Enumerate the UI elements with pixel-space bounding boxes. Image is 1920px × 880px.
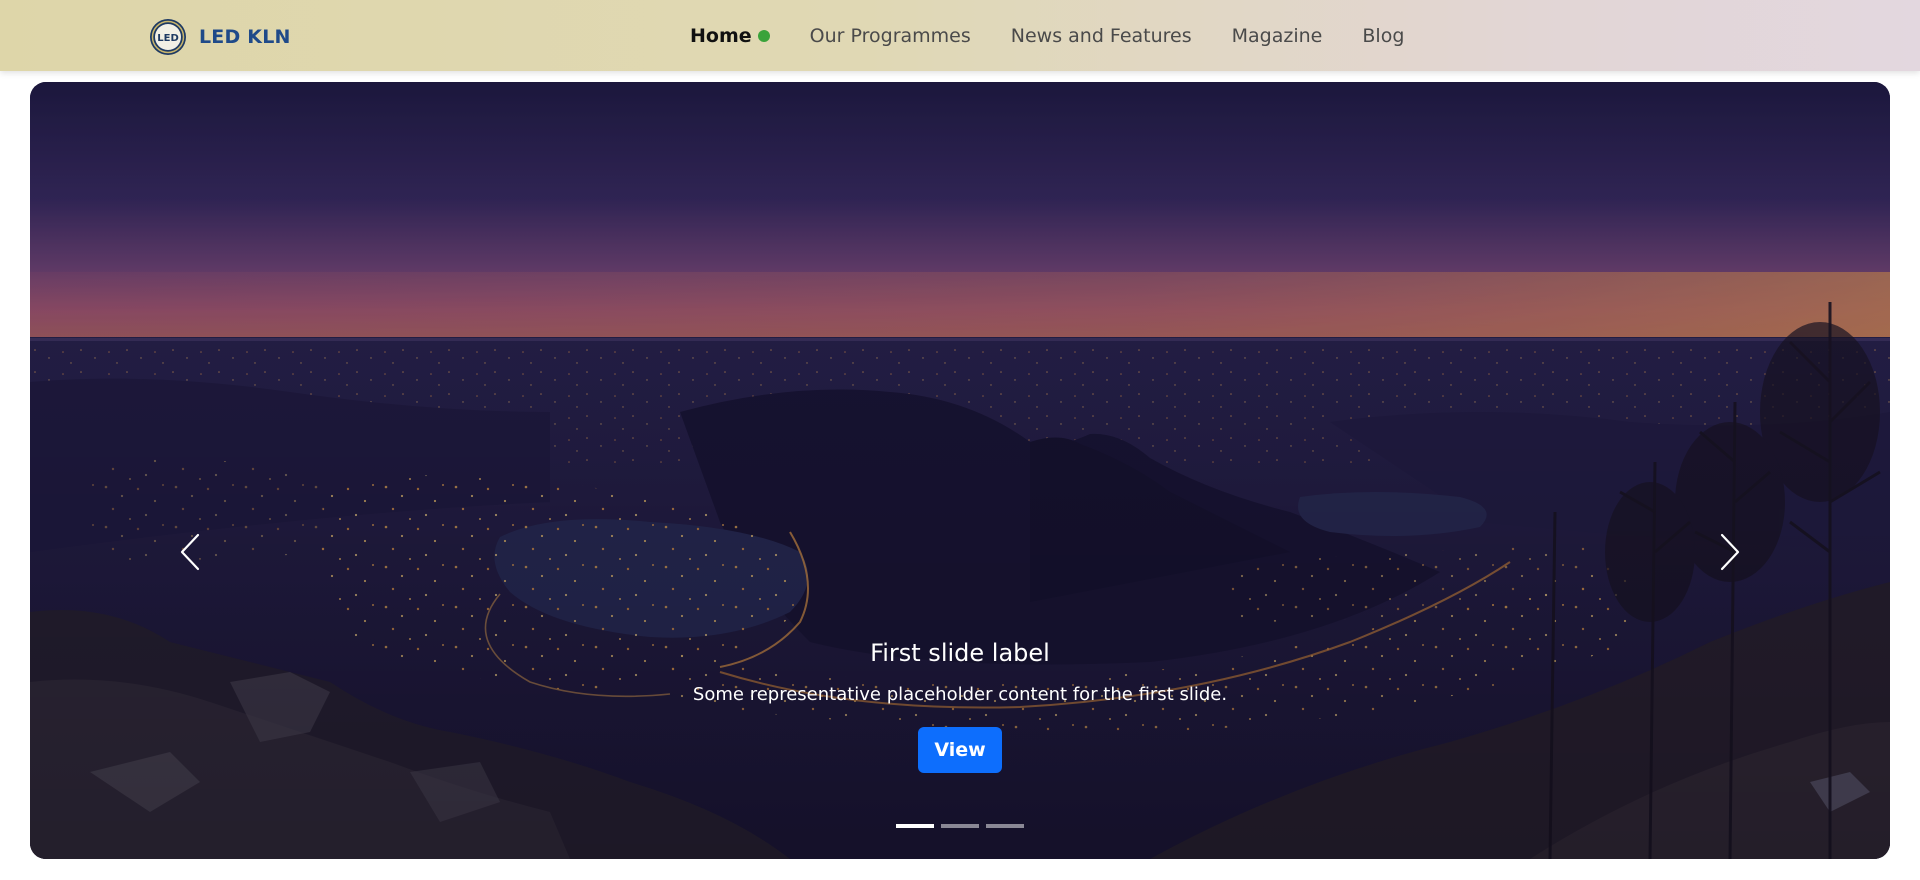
- brand-name: LED KLN: [199, 26, 291, 48]
- chevron-right-icon: [1720, 533, 1740, 571]
- carousel-prev-button[interactable]: [170, 527, 210, 577]
- carousel-indicator-1[interactable]: [896, 824, 934, 828]
- carousel-next-button[interactable]: [1710, 527, 1750, 577]
- slide-title: First slide label: [870, 639, 1050, 667]
- svg-text:LED: LED: [157, 33, 179, 44]
- top-navbar: LED LED KLN Home Our Programmes News and…: [0, 0, 1920, 71]
- nav-item-blog[interactable]: Blog: [1362, 25, 1404, 47]
- nav-item-home[interactable]: Home: [690, 25, 770, 47]
- nav-item-home-label: Home: [690, 24, 752, 47]
- carousel-indicators: [30, 824, 1890, 828]
- active-indicator-dot: [757, 29, 770, 42]
- led-logo-icon: LED: [150, 19, 186, 55]
- slide-description: Some representative placeholder content …: [692, 684, 1228, 705]
- nav-item-news-and-features[interactable]: News and Features: [1011, 25, 1192, 47]
- brand-link[interactable]: LED LED KLN: [149, 18, 291, 56]
- hero-carousel: First slide label Some representative pl…: [30, 82, 1890, 859]
- view-button[interactable]: View: [918, 727, 1002, 773]
- carousel-indicator-2[interactable]: [941, 824, 979, 828]
- main-nav: Home Our Programmes News and Features Ma…: [690, 0, 1404, 71]
- nav-item-our-programmes[interactable]: Our Programmes: [810, 25, 971, 47]
- chevron-left-icon: [180, 533, 200, 571]
- carousel-indicator-3[interactable]: [986, 824, 1024, 828]
- slide-caption: First slide label Some representative pl…: [30, 638, 1890, 773]
- nav-item-magazine[interactable]: Magazine: [1232, 25, 1323, 47]
